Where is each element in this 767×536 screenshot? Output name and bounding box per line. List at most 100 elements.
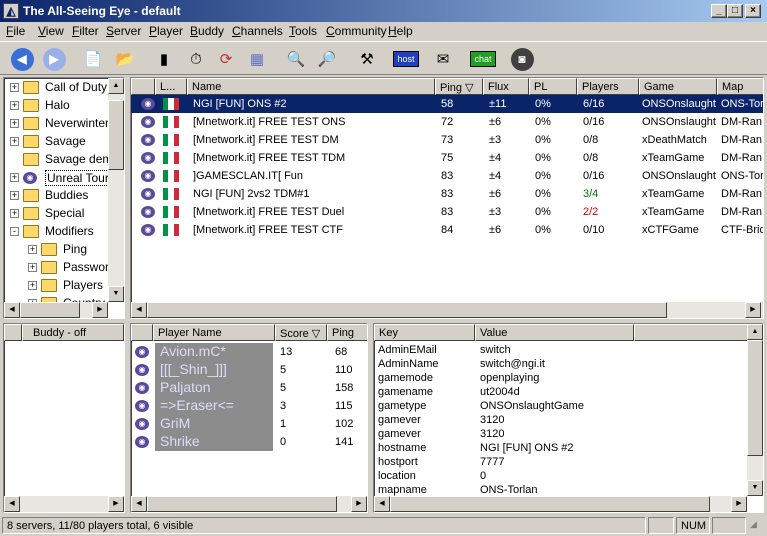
refresh-list-button[interactable]: ▮ xyxy=(149,44,179,74)
mail-button[interactable]: ✉ xyxy=(428,44,458,74)
maximize-button[interactable]: □ xyxy=(727,4,743,18)
rules-col-key[interactable]: Key xyxy=(374,324,475,341)
player-row[interactable]: ◉ =>Eraser<= 3 115 xyxy=(131,397,367,415)
server-row[interactable]: ◉ [Mnetwork.it] FREE TEST Duel 83 ±3 0% 2/2 xT… xyxy=(131,203,763,221)
rule-row[interactable]: gametype ONSOnslaughtGame xyxy=(374,400,747,414)
scroll-left-arrow[interactable]: ◀ xyxy=(374,496,390,512)
tree-item[interactable]: + Players xyxy=(4,277,108,295)
settings-button[interactable]: ⚒ xyxy=(352,44,382,74)
buddy-hscroll[interactable]: ◀ ▶ xyxy=(4,496,124,512)
rule-row[interactable]: gamename ut2004d xyxy=(374,386,747,400)
player-row[interactable]: ◉ Avion.mC* 13 68 xyxy=(131,343,367,361)
tree-item[interactable]: Savage demo xyxy=(4,151,119,169)
server-col-ping-header[interactable]: Ping ▽ xyxy=(435,78,483,95)
server-col-pl-header[interactable]: PL xyxy=(529,78,577,95)
tree-hscroll-thumb[interactable] xyxy=(20,302,80,318)
menu-server[interactable]: Server xyxy=(106,24,141,38)
expand-icon[interactable]: + xyxy=(10,173,19,182)
server-hscroll-thumb[interactable] xyxy=(147,302,667,318)
player-row[interactable]: ◉ GriM 1 102 xyxy=(131,415,367,433)
minimize-button[interactable]: _ xyxy=(711,4,727,18)
server-col-location-header[interactable]: L... xyxy=(155,78,187,95)
find-player-button[interactable]: 🔎 xyxy=(312,44,342,74)
player-col-name-header[interactable]: Player Name xyxy=(153,324,275,341)
scroll-left-arrow[interactable]: ◀ xyxy=(4,302,20,318)
player-col-ping-header[interactable]: Ping xyxy=(327,324,367,341)
tree-item[interactable]: + ◉ Unreal Tourn xyxy=(4,169,118,187)
forward-button[interactable]: ▶ xyxy=(39,44,69,74)
rule-row[interactable]: gamever 3120 xyxy=(374,428,747,442)
tree-item[interactable]: + Buddies xyxy=(4,187,108,205)
server-col-flux-header[interactable]: Flux xyxy=(483,78,529,95)
expand-icon[interactable]: + xyxy=(10,119,19,128)
tree-item[interactable]: - Modifiers xyxy=(4,223,108,241)
tree-vscroll-thumb[interactable] xyxy=(108,100,124,170)
title-bar[interactable]: ◭ The All-Seeing Eye - default _ □ × xyxy=(0,0,767,22)
rule-row[interactable]: hostname NGI [FUN] ONS #2 xyxy=(374,442,747,456)
rule-row[interactable]: AdminName switch@ngi.it xyxy=(374,358,747,372)
rules-col-value[interactable]: Value xyxy=(475,324,634,341)
scroll-up-arrow[interactable]: ▲ xyxy=(108,78,124,94)
rule-row[interactable]: hostport 7777 xyxy=(374,456,747,470)
tree-item[interactable]: + Halo xyxy=(4,97,108,115)
buddy-col-icon[interactable] xyxy=(4,324,22,341)
scroll-up-arrow[interactable]: ▲ xyxy=(747,324,763,340)
expand-icon[interactable]: + xyxy=(10,191,19,200)
server-col-map-header[interactable]: Map xyxy=(717,78,763,95)
player-row[interactable]: ◉ [[[_Shin_]]] 5 110 xyxy=(131,361,367,379)
menu-tools[interactable]: Tools xyxy=(289,24,317,38)
expand-icon[interactable]: + xyxy=(10,83,19,92)
scroll-right-arrow[interactable]: ▶ xyxy=(745,302,761,318)
connect-button[interactable]: ◙ xyxy=(507,44,537,74)
rules-hscroll[interactable]: ◀ ▶ xyxy=(374,496,747,512)
rule-row[interactable]: AdminEMail switch xyxy=(374,344,747,358)
host-button[interactable]: host xyxy=(389,44,423,74)
rule-row[interactable]: location 0 xyxy=(374,470,747,484)
back-button[interactable]: ◀ xyxy=(7,44,37,74)
menu-file[interactable]: File xyxy=(6,24,25,38)
server-col-players-header[interactable]: Players xyxy=(577,78,639,95)
timer-button[interactable]: ⏱ xyxy=(181,44,211,74)
scroll-left-arrow[interactable]: ◀ xyxy=(131,302,147,318)
tree-item[interactable]: + Call of Duty xyxy=(4,79,108,97)
menu-filter[interactable]: Filter xyxy=(72,24,99,38)
server-col-name-header[interactable]: Name xyxy=(187,78,435,95)
scroll-right-arrow[interactable]: ▶ xyxy=(731,496,747,512)
tree-item[interactable]: + Neverwinter N xyxy=(4,115,121,133)
server-row[interactable]: ◉]GAMESCLAN.IT[ Fun 83 ±4 0% 0/16 ONSOnslaugh… xyxy=(131,167,763,185)
tree-item[interactable]: + Special xyxy=(4,205,108,223)
menu-player[interactable]: Player xyxy=(149,24,183,38)
player-col-score-header[interactable]: Score ▽ xyxy=(275,324,327,341)
expand-icon[interactable]: + xyxy=(10,137,19,146)
player-hscroll[interactable]: ◀ ▶ xyxy=(131,496,367,512)
stop-button[interactable]: ▦ xyxy=(242,44,272,74)
eye-icon[interactable]: ◭ xyxy=(3,3,19,19)
tree-item[interactable]: + Ping xyxy=(4,241,108,259)
scroll-left-arrow[interactable]: ◀ xyxy=(4,496,20,512)
menu-community[interactable]: Community xyxy=(326,24,387,38)
menu-buddy[interactable]: Buddy xyxy=(190,24,224,38)
tree-item[interactable]: + Savage xyxy=(4,133,108,151)
scroll-right-arrow[interactable]: ▶ xyxy=(108,496,124,512)
menu-channels[interactable]: Channels xyxy=(232,24,283,38)
buddy-col-header[interactable]: Buddy - off xyxy=(22,324,124,341)
scroll-down-arrow[interactable]: ▼ xyxy=(747,480,763,496)
player-row[interactable]: ◉ Paljaton 5 158 xyxy=(131,379,367,397)
server-col-game-header[interactable]: Game xyxy=(639,78,717,95)
scroll-down-arrow[interactable]: ▼ xyxy=(108,286,124,302)
menu-view[interactable]: View xyxy=(38,24,64,38)
refresh-button[interactable]: ⟳ xyxy=(211,44,241,74)
player-row[interactable]: ◉ Shrike 0 141 xyxy=(131,433,367,451)
open-folder-button[interactable]: 📂 xyxy=(110,44,140,74)
server-row[interactable]: ◉ [Mnetwork.it] FREE TEST CTF 84 ±6 0% 0/10 xC… xyxy=(131,221,763,239)
rules-vscroll[interactable]: ▲ ▼ xyxy=(747,324,763,496)
menu-help[interactable]: Help xyxy=(388,24,413,38)
tree-hscroll[interactable]: ◀ ▶ xyxy=(4,302,108,318)
expand-icon[interactable]: + xyxy=(10,209,19,218)
server-row[interactable]: ◉ [Mnetwork.it] FREE TEST TDM 75 ±4 0% 0/8 xTe… xyxy=(131,149,763,167)
tree-vscroll[interactable]: ▲ ▼ xyxy=(108,78,124,302)
rule-row[interactable]: gamemode openplaying xyxy=(374,372,747,386)
server-row[interactable]: ◉ [Mnetwork.it] FREE TEST ONS 72 ±6 0% 0/16 ON… xyxy=(131,113,763,131)
find-server-button[interactable]: 🔍 xyxy=(281,44,311,74)
scroll-left-arrow[interactable]: ◀ xyxy=(131,496,147,512)
